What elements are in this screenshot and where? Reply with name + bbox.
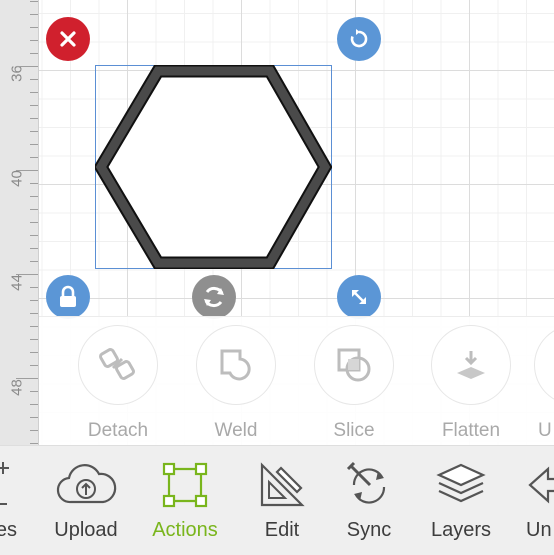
flip-button[interactable] bbox=[192, 275, 236, 319]
ruler-tick bbox=[30, 131, 38, 132]
ruler-tick bbox=[30, 248, 38, 249]
undo-icon bbox=[504, 456, 554, 514]
actions-icon bbox=[130, 456, 240, 514]
slice-action[interactable]: Slice bbox=[299, 325, 409, 442]
ruler-tick bbox=[30, 105, 38, 106]
tool-actions-label: Actions bbox=[152, 519, 218, 541]
ruler-tick bbox=[30, 14, 38, 15]
tool-layers-label: Layers bbox=[430, 519, 492, 541]
upload-cloud-icon bbox=[31, 456, 141, 514]
close-icon bbox=[60, 31, 76, 47]
ruler-tick bbox=[30, 326, 38, 327]
ruler-mark: 48 bbox=[8, 379, 26, 396]
ruler-tick bbox=[30, 222, 38, 223]
ruler-tick bbox=[30, 287, 38, 288]
ruler-tick bbox=[30, 300, 38, 301]
weld-action[interactable]: Weld bbox=[181, 325, 291, 442]
tool-undo[interactable]: Un bbox=[504, 456, 554, 542]
ruler-tick bbox=[30, 118, 38, 119]
ruler-tick bbox=[30, 339, 38, 340]
vertical-ruler: 36 40 44 48 bbox=[0, 0, 39, 445]
ruler-tick bbox=[30, 92, 38, 93]
actions-panel: Detach Weld Slice Flatten U bbox=[39, 316, 554, 446]
ruler-tick bbox=[16, 66, 38, 67]
ruler-tick bbox=[30, 79, 38, 80]
hexagon-shape[interactable] bbox=[95, 65, 332, 269]
ruler-tick bbox=[30, 40, 38, 41]
ruler-tick bbox=[30, 352, 38, 353]
ruler-tick bbox=[16, 378, 38, 379]
lock-button[interactable] bbox=[46, 275, 90, 319]
ruler-mark: 40 bbox=[8, 170, 26, 187]
layers-icon bbox=[406, 456, 516, 514]
detach-label: Detach bbox=[87, 420, 149, 441]
unlink-icon bbox=[534, 325, 554, 405]
tool-upload-label: Upload bbox=[54, 519, 118, 541]
ruler-tick bbox=[30, 313, 38, 314]
unlink-action[interactable]: U bbox=[534, 325, 554, 442]
ruler-tick bbox=[30, 1, 38, 2]
ruler-tick bbox=[30, 261, 38, 262]
ruler-tick bbox=[30, 53, 38, 54]
weld-icon bbox=[196, 325, 276, 405]
tool-upload[interactable]: Upload bbox=[31, 456, 141, 542]
unlink-label: U bbox=[538, 420, 552, 441]
resize-icon bbox=[352, 290, 366, 304]
ruler-tick bbox=[30, 157, 38, 158]
ruler-tick bbox=[30, 183, 38, 184]
ruler-tick bbox=[30, 196, 38, 197]
ruler-tick bbox=[30, 417, 38, 418]
ruler-tick bbox=[30, 404, 38, 405]
ruler-tick bbox=[30, 391, 38, 392]
ruler-tick bbox=[30, 27, 38, 28]
ruler-tick bbox=[30, 365, 38, 366]
ruler-tick bbox=[16, 170, 38, 171]
ruler-tick bbox=[30, 235, 38, 236]
tool-layers[interactable]: Layers bbox=[406, 456, 516, 542]
resize-button[interactable] bbox=[337, 275, 381, 319]
flatten-action[interactable]: Flatten bbox=[416, 325, 526, 442]
rotate-button[interactable] bbox=[337, 17, 381, 61]
ruler-tick bbox=[30, 430, 38, 431]
slice-label: Slice bbox=[333, 420, 375, 441]
flip-icon bbox=[204, 286, 224, 308]
flatten-label: Flatten bbox=[441, 420, 501, 441]
ruler-tick bbox=[30, 209, 38, 210]
tool-undo-label: Un bbox=[526, 519, 552, 541]
delete-button[interactable] bbox=[46, 17, 90, 61]
flatten-icon bbox=[431, 325, 511, 405]
slice-icon bbox=[314, 325, 394, 405]
ruler-mark: 36 bbox=[8, 65, 26, 82]
weld-label: Weld bbox=[214, 420, 258, 441]
ruler-tick bbox=[16, 274, 38, 275]
ruler-tick bbox=[30, 443, 38, 444]
detach-action[interactable]: Detach bbox=[63, 325, 173, 442]
detach-icon bbox=[78, 325, 158, 405]
lock-icon bbox=[60, 285, 76, 307]
bottom-toolbar: es Upload Actions Edit Sync Layers Un bbox=[0, 445, 554, 555]
ruler-tick bbox=[30, 144, 38, 145]
ruler-mark: 44 bbox=[8, 274, 26, 291]
tool-actions[interactable]: Actions bbox=[130, 456, 240, 542]
rotate-icon bbox=[350, 29, 368, 48]
